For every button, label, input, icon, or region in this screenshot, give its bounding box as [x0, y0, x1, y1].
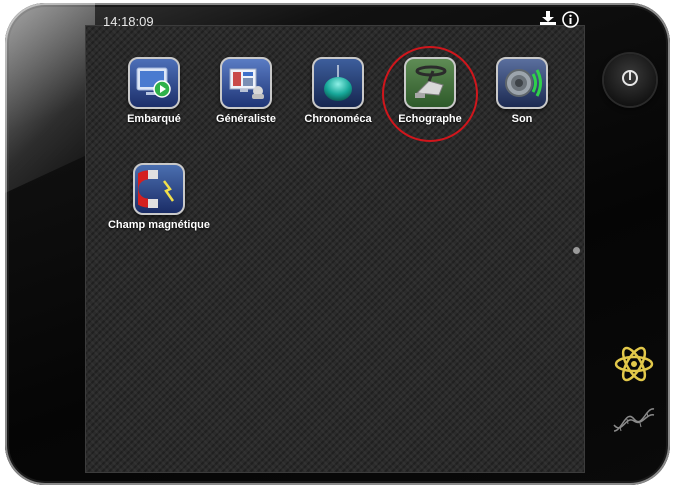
- app-label: Chronoméca: [304, 113, 372, 125]
- download-icon[interactable]: [540, 11, 556, 28]
- app-embarque[interactable]: Embarqué: [109, 57, 199, 125]
- magnet-icon: [133, 163, 185, 215]
- status-icons: [540, 11, 579, 28]
- speaker-waves-icon: [496, 57, 548, 109]
- power-icon: [620, 68, 640, 93]
- computer-display-icon: [220, 57, 272, 109]
- app-label: Embarqué: [127, 113, 181, 125]
- app-generaliste[interactable]: Généraliste: [201, 57, 291, 125]
- dna-icon[interactable]: [612, 405, 656, 440]
- monitor-play-icon: [128, 57, 180, 109]
- info-icon[interactable]: [562, 11, 579, 28]
- app-label: Généraliste: [216, 113, 276, 125]
- power-button[interactable]: [604, 54, 656, 106]
- glass-reflection: [5, 3, 95, 193]
- atom-icon[interactable]: [612, 342, 656, 391]
- app-son[interactable]: Son: [477, 57, 567, 125]
- app-label: Champ magnétique: [107, 219, 211, 231]
- selection-ring: [382, 46, 478, 142]
- pendulum-icon: [312, 57, 364, 109]
- clock: 14:18:09: [103, 14, 154, 29]
- app-champ-magnetique[interactable]: Champ magnétique: [104, 163, 214, 231]
- page-indicator-dot: [573, 247, 580, 254]
- app-label: Son: [511, 113, 533, 125]
- app-chronomeca[interactable]: Chronoméca: [293, 57, 383, 125]
